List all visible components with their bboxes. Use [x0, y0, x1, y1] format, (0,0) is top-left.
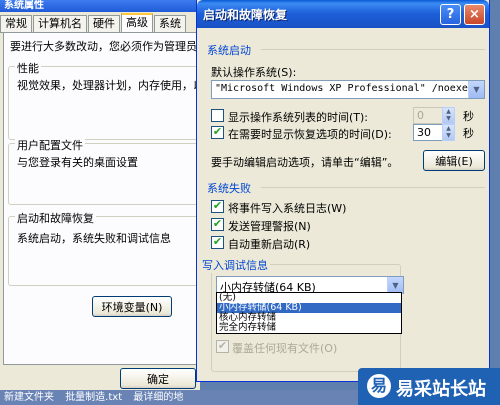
tab-system[interactable]: 系统 — [154, 15, 186, 32]
show-os-list-checkbox[interactable] — [211, 109, 224, 122]
dump-type-dropdown-list: (无) 小内存转储(64 KB) 核心内存转储 完全内存转储 — [216, 292, 402, 334]
default-os-value: "Microsoft Windows XP Professional" /noe… — [215, 83, 484, 94]
show-recovery-checkbox[interactable]: ✔ — [211, 126, 224, 139]
close-icon[interactable]: × — [464, 4, 485, 25]
send-alert-checkbox[interactable]: ✔ — [211, 218, 224, 231]
overwrite-checkbox: ✔ — [216, 339, 229, 353]
bg-tab-strip: 常规 计算机名 硬件 高级 系统 — [0, 13, 200, 33]
spin-arrows-icon[interactable]: ▲ ▼ — [442, 124, 455, 141]
send-alert-label: 发送管理警报(N) — [228, 220, 311, 233]
help-icon[interactable]: ? — [440, 4, 461, 25]
user-profiles-text: 与您登录有关的桌面设置 — [17, 156, 138, 169]
default-os-select[interactable]: "Microsoft Windows XP Professional" /noe… — [211, 80, 485, 99]
overwrite-label: 覆盖任何现有文件(O) — [232, 342, 338, 355]
taskbar-item[interactable]: 批量制造.txt — [65, 392, 122, 403]
performance-group: 性能 视觉效果，处理器计划，内存使用，以及 — [8, 60, 215, 140]
spin-arrows-icon: ▲ ▼ — [442, 107, 455, 124]
auto-restart-checkbox[interactable]: ✔ — [211, 236, 224, 249]
seconds-unit-label: 秒 — [463, 110, 474, 123]
user-profiles-title: 用户配置文件 — [15, 137, 85, 153]
edit-hint-text: 要手动编辑启动选项，请单击“编辑”。 — [211, 156, 399, 169]
tab-hardware[interactable]: 硬件 — [88, 15, 120, 32]
chevron-down-icon[interactable]: ▼ — [468, 81, 484, 98]
write-event-log-checkbox[interactable]: ✔ — [211, 200, 224, 213]
default-os-label: 默认操作系统(S): — [211, 66, 297, 79]
seconds-unit-label: 秒 — [463, 127, 474, 140]
tab-general[interactable]: 常规 — [0, 15, 32, 32]
site-watermark: 易 易采站长站 — [358, 368, 500, 405]
tab-advanced[interactable]: 高级 — [121, 13, 153, 32]
ok-button[interactable]: 确定 — [120, 368, 196, 389]
show-recovery-label: 在需要时显示恢复选项的时间(D): — [228, 128, 392, 141]
system-startup-heading: 系统启动 — [207, 44, 251, 57]
performance-title: 性能 — [15, 60, 41, 76]
site-logo: 易 — [367, 374, 391, 398]
user-profiles-group: 用户配置文件 与您登录有关的桌面设置 — [8, 137, 198, 205]
bg-title-bar: 系统属性 — [0, 0, 200, 12]
dialog-title-bar: 启动和故障恢复 ? × — [197, 0, 489, 28]
show-recovery-seconds[interactable]: 30 — [413, 124, 443, 141]
tab-computer-name[interactable]: 计算机名 — [33, 15, 87, 32]
startup-recovery-group: 启动和故障恢复 系统启动，系统失败和调试信息 — [8, 210, 198, 286]
section-divider — [261, 187, 485, 188]
environment-variables-button[interactable]: 环境变量(N) — [92, 296, 172, 317]
section-divider — [261, 49, 485, 50]
show-os-list-label: 显示操作系统列表的时间(T): — [228, 111, 369, 124]
auto-restart-label: 自动重新启动(R) — [228, 238, 311, 251]
system-failure-heading: 系统失败 — [207, 182, 251, 195]
taskbar-item[interactable]: 最详细的地 — [133, 392, 183, 403]
taskbar-item[interactable]: 新建文件夹 — [4, 392, 54, 403]
startup-recovery-text: 系统启动，系统失败和调试信息 — [17, 232, 171, 245]
dump-option-complete[interactable]: 完全内存转储 — [217, 323, 401, 333]
site-name: 易采站长站 — [396, 379, 486, 400]
startup-recovery-title: 启动和故障恢复 — [15, 210, 96, 226]
write-event-log-label: 将事件写入系统日志(W) — [228, 202, 347, 215]
debug-info-heading: 写入调试信息 — [200, 257, 270, 273]
bg-window-title: 系统属性 — [4, 0, 44, 11]
system-properties-window: 系统属性 常规 计算机名 硬件 高级 系统 要进行大多数改动，您必须作为管理员登… — [0, 0, 230, 405]
show-os-list-seconds: 0 — [413, 107, 443, 124]
dialog-title: 启动和故障恢复 — [203, 8, 288, 22]
edit-button[interactable]: 编辑(E) — [423, 150, 485, 171]
performance-text: 视觉效果，处理器计划，内存使用，以及 — [17, 79, 215, 92]
